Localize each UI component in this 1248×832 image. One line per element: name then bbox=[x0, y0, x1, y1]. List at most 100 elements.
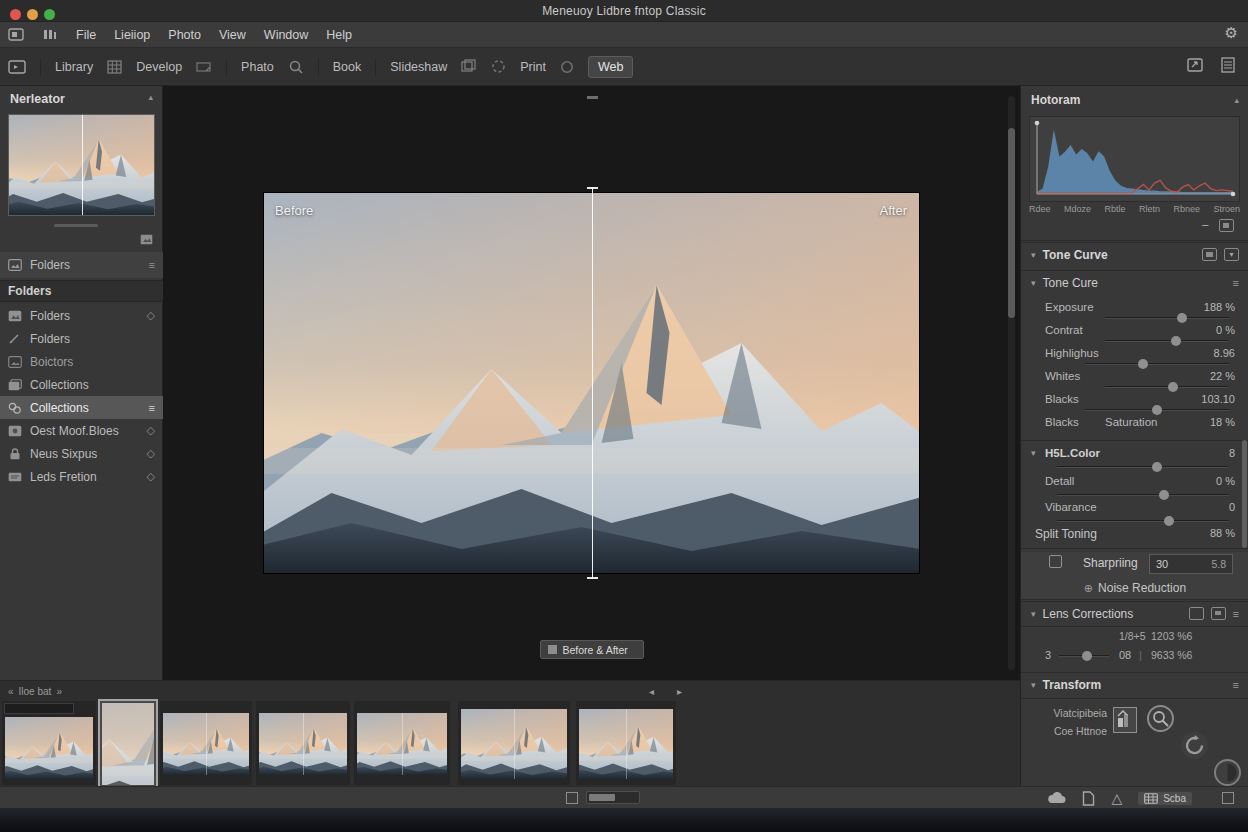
exposure-slider[interactable] bbox=[1105, 317, 1229, 319]
menu-window[interactable]: Window bbox=[264, 28, 308, 42]
module-slideshow[interactable]: Slideshaw bbox=[390, 60, 447, 74]
filmstrip-header[interactable]: « Iloe bat » ◂ ▸ bbox=[0, 681, 1020, 701]
thumbnail-1[interactable] bbox=[2, 701, 96, 785]
profile-icon[interactable] bbox=[1189, 607, 1204, 620]
scroll-left-icon[interactable]: ◂ bbox=[649, 686, 654, 697]
blacks-slider[interactable] bbox=[1085, 409, 1229, 411]
thumbnail-4[interactable] bbox=[256, 701, 350, 785]
sharpening-checkbox[interactable] bbox=[1049, 555, 1062, 568]
filmstrip-next-icon[interactable]: » bbox=[56, 686, 62, 697]
thumbnail-2-selected[interactable] bbox=[100, 701, 156, 787]
adjust-icon[interactable]: ≡ bbox=[1233, 277, 1239, 289]
module-print[interactable]: Print bbox=[520, 60, 546, 74]
curve-dropdown-icon[interactable]: ▾ bbox=[1224, 248, 1239, 261]
adjust-icon[interactable]: ≡ bbox=[1233, 679, 1239, 691]
thumbnail-5[interactable] bbox=[354, 701, 450, 785]
highlights-slider[interactable] bbox=[1085, 363, 1229, 365]
list-icon[interactable] bbox=[1220, 56, 1236, 74]
before-after-button[interactable]: Before & After bbox=[540, 640, 644, 659]
panel-scrollbar-thumb[interactable] bbox=[1242, 440, 1247, 548]
navigator-header[interactable]: Nerleator ▴ bbox=[10, 92, 153, 106]
sharpening-input[interactable] bbox=[1156, 558, 1196, 570]
tone-curve-header[interactable]: ▾ Tone Curve ▾ bbox=[1021, 242, 1248, 266]
gear-icon[interactable]: ⚙ bbox=[1225, 24, 1238, 42]
tone-cure-header[interactable]: ▾ Tone Cure ≡ bbox=[1021, 270, 1248, 294]
module-photo[interactable]: Phato bbox=[241, 60, 274, 74]
photo-badge-icon[interactable] bbox=[140, 234, 153, 245]
sidebar-item-neus-sixpus[interactable]: Neus Sixpus ◇ bbox=[0, 442, 163, 465]
sidebar-item-folders-1[interactable]: Folders ◇ bbox=[0, 304, 163, 327]
thumbnail-3[interactable] bbox=[160, 701, 252, 785]
hsl-color-header[interactable]: ▾ H5L.Color 8 bbox=[1021, 444, 1248, 470]
histogram-header[interactable]: Hotoram ▴ bbox=[1021, 88, 1248, 112]
module-develop[interactable]: Develop bbox=[136, 60, 182, 74]
triangle-icon[interactable]: △ bbox=[1111, 790, 1122, 806]
auto-transform-button[interactable] bbox=[1113, 707, 1137, 733]
minus-icon[interactable]: − bbox=[1201, 218, 1209, 233]
zoom-tool-button[interactable] bbox=[1147, 705, 1174, 732]
compare-split-divider[interactable] bbox=[592, 187, 593, 579]
module-library[interactable]: Library bbox=[55, 60, 93, 74]
menu-file[interactable]: File bbox=[76, 28, 96, 42]
scroll-right-icon[interactable]: ▸ bbox=[677, 686, 682, 697]
menu-icon[interactable]: ≡ bbox=[149, 259, 155, 271]
export-icon[interactable] bbox=[1186, 56, 1204, 74]
filmstrip-prev-icon[interactable]: « bbox=[8, 686, 14, 697]
panel-resize-handle[interactable] bbox=[54, 224, 98, 227]
hsl-slider[interactable] bbox=[1057, 466, 1229, 468]
file-icon[interactable] bbox=[1082, 791, 1095, 806]
whites-slider[interactable] bbox=[1105, 386, 1229, 388]
app-badge-icon[interactable] bbox=[8, 28, 24, 41]
module-book[interactable]: Book bbox=[333, 60, 362, 74]
sidebar-item-collections-selected[interactable]: Collections ≡ bbox=[0, 396, 163, 419]
folders-top-row[interactable]: Folders ≡ bbox=[0, 252, 163, 278]
navigator-preview[interactable] bbox=[8, 114, 155, 216]
sidebar-item-boictors[interactable]: Boictors bbox=[0, 350, 163, 373]
sidebar-item-folders-2[interactable]: Folders bbox=[0, 327, 163, 350]
module-web[interactable]: Web bbox=[588, 56, 633, 78]
sidebar-item-leds-fretion[interactable]: Leds Fretion ◇ bbox=[0, 465, 163, 488]
status-badge[interactable]: Scba bbox=[1138, 792, 1192, 805]
manual-icon[interactable] bbox=[1211, 607, 1226, 620]
dock-icon[interactable] bbox=[42, 28, 58, 41]
search-icon[interactable] bbox=[288, 59, 304, 75]
menu-photo[interactable]: Photo bbox=[168, 28, 201, 42]
vibrance-slider[interactable] bbox=[1057, 520, 1229, 522]
grid-view-icon[interactable] bbox=[566, 792, 578, 804]
slider-thumb[interactable] bbox=[1152, 462, 1162, 472]
contrast-tool-button[interactable] bbox=[1214, 759, 1241, 786]
split-toning-row[interactable]: Split Toning 88 % bbox=[1021, 524, 1248, 547]
fullscreen-icon[interactable] bbox=[1222, 792, 1234, 804]
lens-slider[interactable] bbox=[1059, 655, 1109, 657]
clipping-toggle-icon[interactable] bbox=[1219, 219, 1234, 232]
thumbnail-6[interactable] bbox=[458, 701, 570, 785]
sharpening-field[interactable]: 5.8 bbox=[1149, 554, 1233, 574]
panel-collapse-icon[interactable]: ▴ bbox=[148, 92, 153, 106]
split-top-handle[interactable] bbox=[587, 96, 598, 99]
sidebar-item-oest-moof[interactable]: Oest Moof.Bloes ◇ bbox=[0, 419, 163, 442]
rotate-tool-button[interactable] bbox=[1181, 732, 1208, 759]
panel-collapse-icon[interactable]: ▴ bbox=[1234, 95, 1239, 105]
zoom-toggle[interactable] bbox=[586, 791, 640, 804]
histogram-plot[interactable] bbox=[1029, 116, 1240, 202]
menu-edit[interactable]: Lieiiop bbox=[114, 28, 150, 42]
canvas-scrollbar-thumb[interactable] bbox=[1008, 128, 1015, 318]
cloud-icon[interactable] bbox=[1048, 792, 1066, 804]
split-cap-bottom[interactable] bbox=[587, 577, 598, 579]
panel-toggle-icon[interactable] bbox=[8, 60, 26, 74]
slider-thumb[interactable] bbox=[1082, 651, 1092, 661]
detail-slider[interactable] bbox=[1057, 494, 1229, 496]
split-cap-top[interactable] bbox=[587, 187, 598, 189]
menu-icon[interactable]: ≡ bbox=[149, 402, 155, 414]
menu-view[interactable]: View bbox=[219, 28, 246, 42]
transform-header[interactable]: ▾ Transform ≡ bbox=[1021, 672, 1248, 696]
contrast-slider[interactable] bbox=[1105, 340, 1229, 342]
thumbnail-7[interactable] bbox=[576, 701, 676, 785]
adjust-icon[interactable]: ≡ bbox=[1233, 608, 1239, 620]
lens-corrections-header[interactable]: ▾ Lens Corrections ≡ bbox=[1021, 601, 1248, 625]
targeted-adjust-icon[interactable] bbox=[1202, 248, 1217, 261]
noise-reduction-row[interactable]: ⊕Noise Reduction bbox=[1021, 578, 1248, 596]
toggle-knob[interactable] bbox=[589, 794, 615, 801]
sidebar-item-collections-1[interactable]: Collections bbox=[0, 373, 163, 396]
menu-help[interactable]: Help bbox=[326, 28, 352, 42]
